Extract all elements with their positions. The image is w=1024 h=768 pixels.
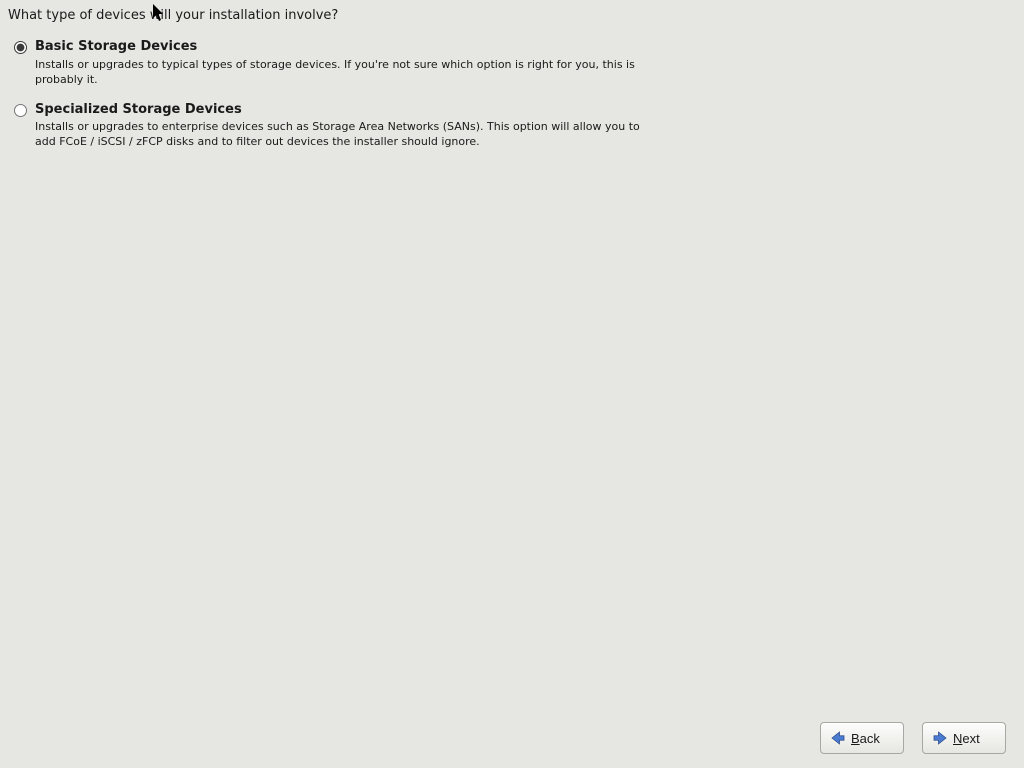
page-question: What type of devices will your installat… (0, 0, 1024, 29)
footer-nav: Back Next (820, 722, 1006, 754)
next-button[interactable]: Next (922, 722, 1006, 754)
radio-wrap (14, 102, 32, 121)
radio-wrap (14, 39, 32, 58)
radio-specialized-storage[interactable] (14, 104, 27, 117)
option-basic-storage[interactable]: Basic Storage Devices Installs or upgrad… (0, 35, 1024, 92)
option-desc-specialized: Installs or upgrades to enterprise devic… (35, 120, 642, 150)
back-button-label: Back (851, 731, 880, 746)
back-button[interactable]: Back (820, 722, 904, 754)
option-text: Specialized Storage Devices Installs or … (32, 102, 642, 151)
arrow-left-icon (829, 729, 847, 747)
option-title-basic: Basic Storage Devices (35, 39, 642, 56)
option-specialized-storage[interactable]: Specialized Storage Devices Installs or … (0, 98, 1024, 155)
arrow-right-icon (931, 729, 949, 747)
option-text: Basic Storage Devices Installs or upgrad… (32, 39, 642, 88)
radio-basic-storage[interactable] (14, 41, 27, 54)
option-title-specialized: Specialized Storage Devices (35, 102, 642, 119)
option-desc-basic: Installs or upgrades to typical types of… (35, 58, 642, 88)
next-button-label: Next (953, 731, 980, 746)
